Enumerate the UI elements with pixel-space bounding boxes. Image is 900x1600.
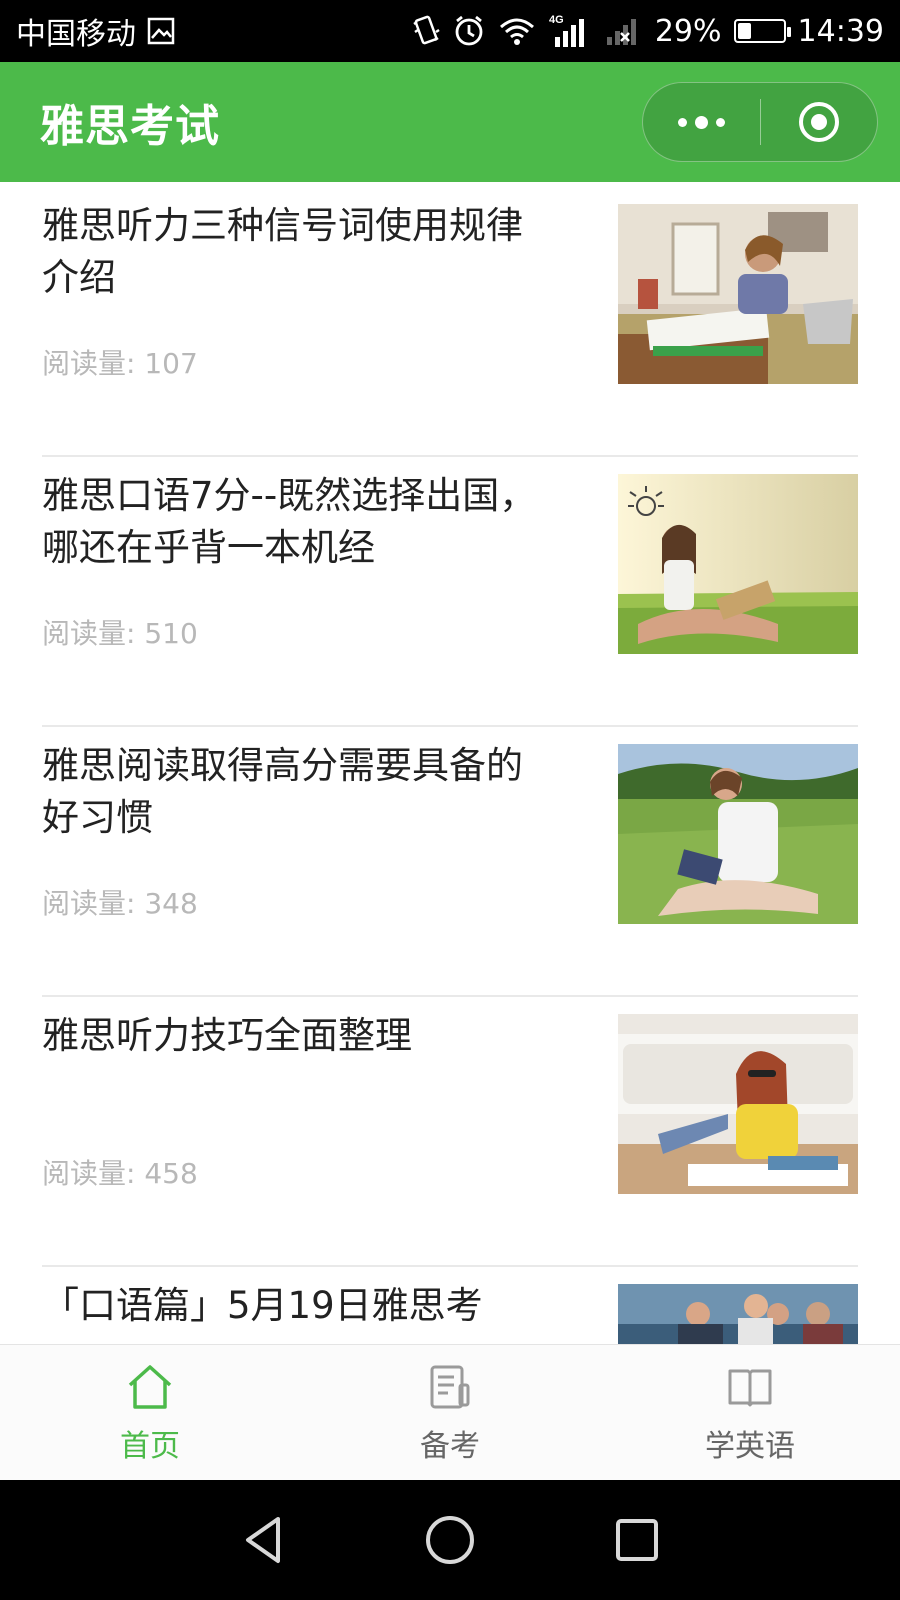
wifi-icon	[497, 15, 537, 47]
recents-icon[interactable]	[612, 1515, 662, 1565]
mini-program-capsule	[642, 82, 878, 162]
article-item[interactable]: 雅思听力技巧全面整理 阅读量: 458	[42, 992, 858, 1267]
alarm-icon	[453, 14, 485, 48]
more-button[interactable]	[643, 83, 760, 161]
tab-label: 首页	[120, 1428, 180, 1464]
battery-percent: 29%	[654, 13, 722, 49]
notes-icon	[430, 1365, 470, 1408]
article-item[interactable]: 「口语篇」5月19日雅思考	[42, 1262, 858, 1344]
article-item[interactable]: 雅思阅读取得高分需要具备的好习惯 阅读量: 348	[42, 722, 858, 997]
read-count: 阅读量: 107	[42, 347, 198, 380]
article-title: 「口语篇」5月19日雅思考	[42, 1284, 483, 1327]
image-notification-icon	[146, 16, 176, 46]
no-signal-icon	[603, 15, 643, 47]
tab-label: 备考	[420, 1428, 480, 1464]
article-thumbnail	[618, 204, 858, 384]
back-icon[interactable]	[238, 1513, 288, 1567]
tab-learn-english[interactable]: 学英语	[600, 1345, 900, 1480]
article-thumbnail	[618, 1284, 858, 1344]
article-item[interactable]: 雅思听力三种信号词使用规律介绍 阅读量: 107	[42, 182, 858, 457]
vibrate-icon	[411, 14, 441, 48]
more-dots-icon	[677, 115, 725, 129]
system-navigation-bar	[0, 1480, 900, 1600]
article-thumbnail	[618, 744, 858, 924]
close-mini-program-button[interactable]	[761, 83, 878, 161]
book-icon	[728, 1369, 772, 1406]
read-count: 阅读量: 348	[42, 887, 198, 920]
app-header: 雅思考试	[0, 62, 900, 182]
article-title: 雅思口语7分--既然选择出国，哪还在乎背一本机经	[42, 474, 537, 569]
article-list: 雅思听力三种信号词使用规律介绍 阅读量: 107 雅思口语7分--既然选择出国，…	[0, 182, 900, 1344]
home-icon	[128, 1364, 172, 1409]
tab-prepare[interactable]: 备考	[300, 1345, 600, 1480]
battery-icon	[733, 19, 791, 43]
article-title: 雅思阅读取得高分需要具备的好习惯	[42, 744, 523, 839]
read-count: 阅读量: 510	[42, 617, 198, 650]
bottom-tab-bar: 首页 备考 学英语	[0, 1344, 900, 1480]
article-item[interactable]: 雅思口语7分--既然选择出国，哪还在乎背一本机经 阅读量: 510	[42, 452, 858, 727]
article-thumbnail	[618, 474, 858, 654]
battery-level-fill	[737, 23, 751, 39]
home-circle-icon[interactable]	[423, 1513, 477, 1567]
article-title: 雅思听力技巧全面整理	[42, 1014, 412, 1057]
read-count: 阅读量: 458	[42, 1157, 198, 1190]
carrier-label: 中国移动	[16, 17, 136, 52]
tab-home[interactable]: 首页	[0, 1345, 300, 1480]
cellular-signal-icon: 4G	[549, 13, 591, 49]
clock: 14:39	[797, 13, 884, 49]
target-close-icon	[798, 102, 839, 142]
article-title: 雅思听力三种信号词使用规律介绍	[42, 204, 523, 299]
article-thumbnail	[618, 1014, 858, 1194]
status-bar: 中国移动 4G 29% 14:39	[0, 0, 900, 62]
tab-label: 学英语	[705, 1428, 795, 1464]
svg-text:4G: 4G	[549, 14, 564, 26]
page-title: 雅思考试	[40, 101, 220, 152]
